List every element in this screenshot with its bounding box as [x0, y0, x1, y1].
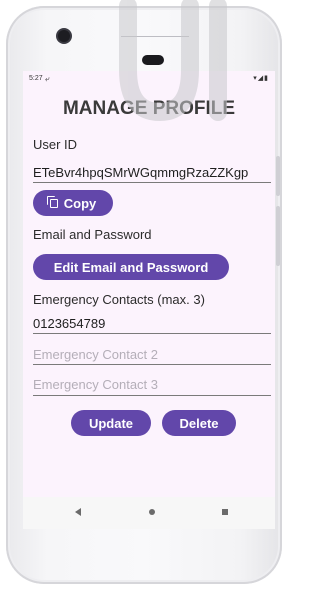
emergency-contact-1-underline	[33, 333, 271, 334]
earpiece-speaker	[142, 55, 164, 65]
update-button[interactable]: Update	[71, 410, 151, 436]
user-id-label: User ID	[33, 137, 78, 152]
emergency-contact-1-field[interactable]: 0123654789	[33, 316, 273, 331]
recent-apps-icon[interactable]	[222, 509, 228, 515]
email-password-label: Email and Password	[33, 227, 152, 242]
delete-button[interactable]: Delete	[162, 410, 236, 436]
user-id-underline	[33, 182, 271, 183]
phone-top-edge	[121, 36, 189, 37]
app-screen: 5:27 ⤶ ▾◢▮ MANAGE PROFILE User ID ETeBvr…	[23, 71, 275, 529]
home-icon[interactable]	[149, 509, 155, 515]
phone-volume-button	[276, 206, 280, 266]
back-icon[interactable]	[75, 508, 81, 516]
delete-button-label: Delete	[179, 415, 219, 431]
phone-side-button	[276, 156, 280, 196]
copy-button-label: Copy	[63, 195, 97, 211]
screenshot-stage: 5:27 ⤶ ▾◢▮ MANAGE PROFILE User ID ETeBvr…	[0, 0, 290, 589]
update-button-label: Update	[88, 415, 134, 431]
edit-email-password-label: Edit Email and Password	[53, 259, 209, 275]
status-time: 5:27	[29, 75, 43, 82]
emergency-contact-3-underline	[33, 395, 271, 396]
user-id-field[interactable]: ETeBvr4hpqSMrWGqmmgRzaZZKgp	[33, 165, 273, 180]
copy-button[interactable]: Copy	[33, 190, 113, 216]
edit-email-password-button[interactable]: Edit Email and Password	[33, 254, 229, 280]
system-nav-bar	[23, 497, 275, 529]
missed-call-icon: ⤶	[45, 74, 50, 83]
emergency-contact-2-field[interactable]: Emergency Contact 2	[33, 347, 271, 362]
status-bar: 5:27 ⤶ ▾◢▮	[23, 71, 275, 87]
emergency-contacts-label: Emergency Contacts (max. 3)	[33, 292, 205, 307]
signal-battery-icon: ▾◢▮	[253, 75, 269, 82]
page-title: MANAGE PROFILE	[62, 98, 236, 119]
emergency-contact-3-field[interactable]: Emergency Contact 3	[33, 377, 271, 392]
front-camera	[58, 30, 70, 42]
emergency-contact-2-underline	[33, 364, 271, 365]
copy-icon	[46, 195, 58, 208]
